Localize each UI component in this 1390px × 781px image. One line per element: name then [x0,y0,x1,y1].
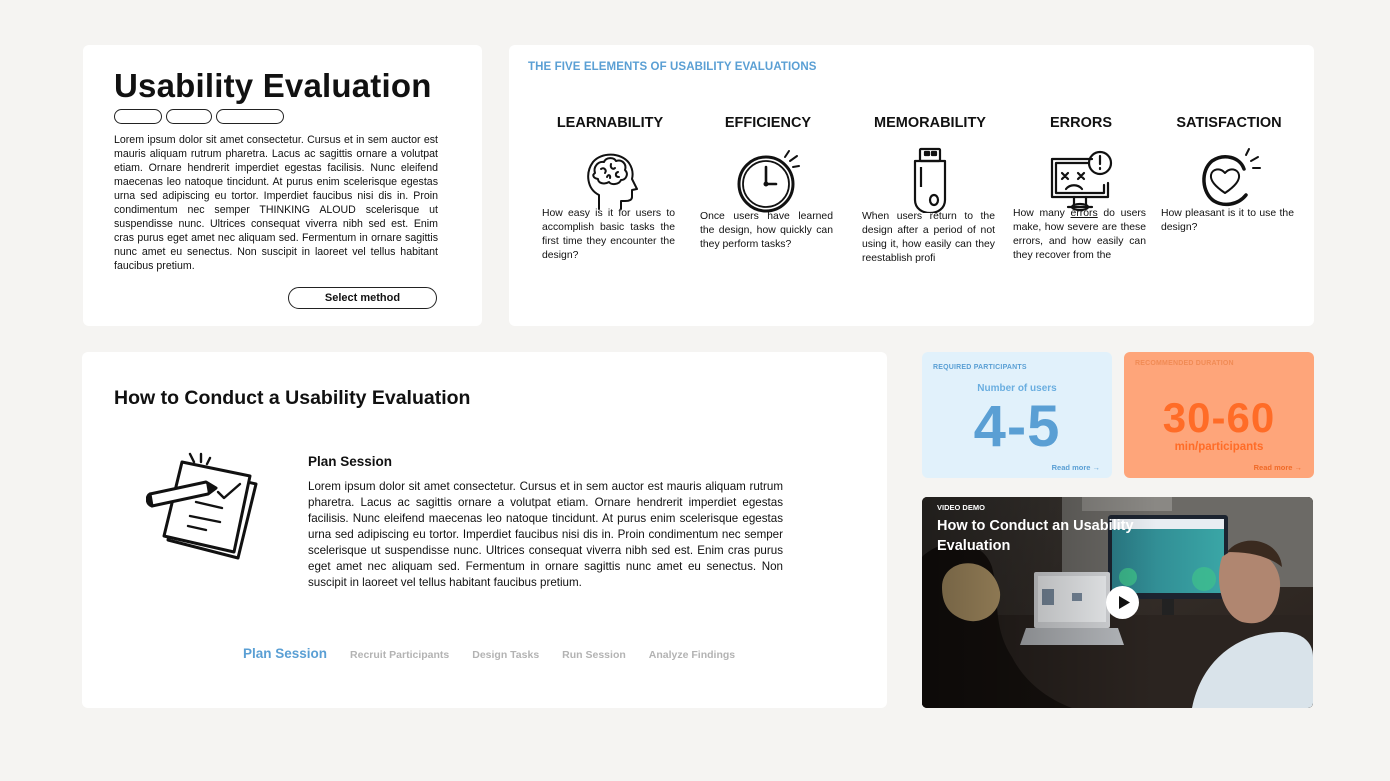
element-description: Once users have learned the design, how … [700,211,833,250]
intro-card: Usability Evaluation Lorem ipsum dolor s… [83,45,482,326]
element-description: How pleasant is it to use the design? [1161,208,1294,233]
howto-title: How to Conduct a Usability Evaluation [114,387,471,409]
heart-bubble-icon [1202,148,1261,207]
element-errors: ERRORS How many errors do users make, ho… [1013,115,1149,261]
video-title: How to Conduct an Usability Evaluation [937,518,1134,554]
tab-plan-session[interactable]: Plan Session [243,646,327,661]
duration-card: RECOMMENDED DURATION 30-60 min/participa… [1124,352,1314,478]
element-efficiency: EFFICIENCY Once users have learned the d… [700,115,836,250]
video-demo-card[interactable]: VIDEO DEMO How to Conduct an Usability E… [922,497,1313,708]
select-method-button[interactable]: Select method [288,287,437,309]
step-description: Lorem ipsum dolor sit amet consectetur. … [308,480,783,589]
element-name: LEARNABILITY [556,115,664,131]
usb-drive-icon [913,147,947,213]
step-title: Plan Session [308,454,393,469]
video-label: VIDEO DEMO [937,503,985,512]
tag-pill[interactable] [216,109,284,124]
element-name: EFFICIENCY [724,115,812,131]
tab-recruit-participants[interactable]: Recruit Participants [350,649,449,661]
read-more-link[interactable]: Read more → [1052,463,1100,472]
participants-card: REQUIRED PARTICIPANTS Number of users 4-… [922,352,1112,478]
element-description: When users return to the design after a … [862,211,995,264]
element-description: How easy is it for users to accomplish b… [542,208,675,261]
stat-label: REQUIRED PARTICIPANTS [933,364,1027,371]
brain-head-icon [587,153,638,210]
tag-pill[interactable] [166,109,212,124]
element-satisfaction: SATISFACTION How pleasant is it to use t… [1161,115,1297,233]
tag-pills [114,109,284,124]
five-elements-card: THE FIVE ELEMENTS OF USABILITY EVALUATIO… [509,45,1314,326]
notepad-pencil-icon [146,452,258,560]
element-name: MEMORABILITY [874,115,986,131]
stopwatch-icon [737,150,800,213]
intro-description: Lorem ipsum dolor sit amet consectetur. … [114,134,438,272]
read-more-link[interactable]: Read more → [1254,463,1302,472]
play-icon [1119,596,1130,609]
tag-pill[interactable] [114,109,162,124]
section-title: THE FIVE ELEMENTS OF USABILITY EVALUATIO… [528,61,817,73]
broken-monitor-icon [1050,150,1113,212]
stat-label: RECOMMENDED DURATION [1135,360,1234,367]
errors-link[interactable]: errors [1071,208,1098,219]
step-tabs: Plan Session Recruit Participants Design… [243,646,735,661]
stat-value: 4-5 [973,394,1061,459]
page-title: Usability Evaluation [114,67,432,104]
element-name: SATISFACTION [1176,115,1282,131]
stat-value: 30-60 [1162,394,1276,441]
howto-card: How to Conduct a Usability Evaluation Pl… [82,352,887,708]
element-description: How many errors do users make, how sever… [1013,208,1146,261]
stat-unit: min/participants [1174,441,1264,453]
tab-run-session[interactable]: Run Session [562,649,626,661]
element-learnability: LEARNABILITY How easy is it for users to… [542,115,678,261]
tab-analyze-findings[interactable]: Analyze Findings [649,649,735,661]
element-name: ERRORS [1049,115,1113,131]
element-memorability: MEMORABILITY When users return to the de… [862,115,998,264]
tab-design-tasks[interactable]: Design Tasks [472,649,539,661]
play-button[interactable] [1106,586,1139,619]
